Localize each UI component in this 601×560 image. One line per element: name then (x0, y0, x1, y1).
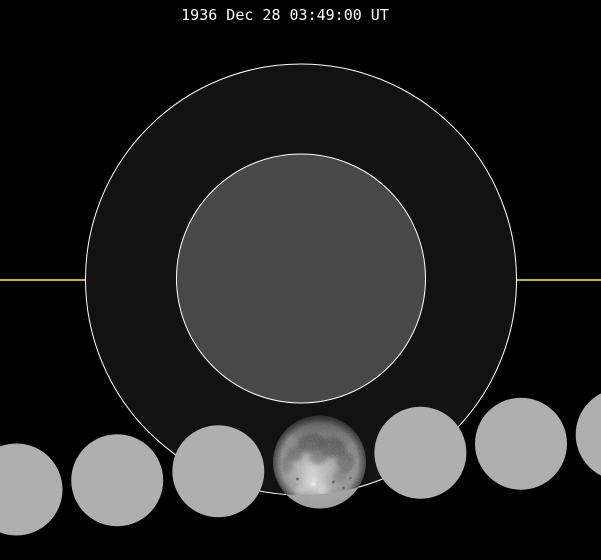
moon-position-circle (475, 397, 567, 490)
moon-position-circle (0, 443, 63, 536)
moon-outside-penumbra-shade (273, 415, 366, 509)
moon-position-circle (374, 406, 467, 499)
moon-position-circle (172, 425, 265, 518)
umbra-circle (176, 153, 426, 404)
moon-position-circle (71, 434, 164, 527)
chart-title: 1936 Dec 28 03:49:00 UT (181, 6, 389, 24)
eclipse-diagram (0, 63, 601, 536)
moon-position-circle (575, 393, 601, 476)
eclipse-chart: 1936 Dec 28 03:49:00 UT (0, 0, 601, 560)
